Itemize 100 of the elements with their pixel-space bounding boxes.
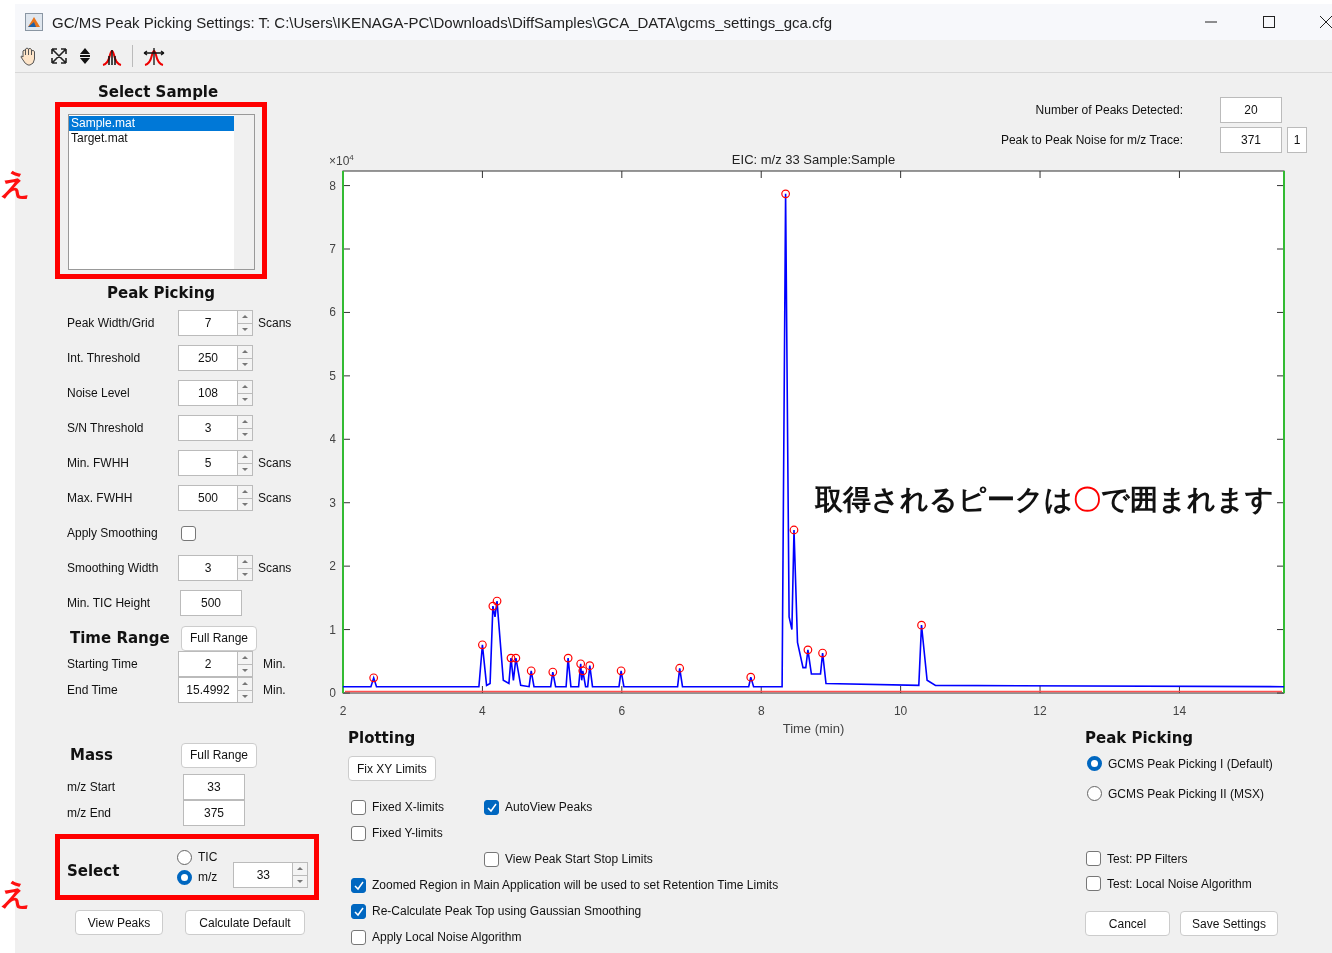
tick-label: 2 [330, 559, 336, 574]
number-field[interactable]: 5 [178, 450, 238, 476]
maximize-icon[interactable] [1262, 15, 1276, 29]
spinner-control[interactable] [238, 555, 253, 581]
tick-label: 3 [330, 495, 336, 510]
up-down-arrows-icon[interactable] [78, 46, 92, 66]
number-field[interactable]: 375 [183, 800, 245, 826]
expand-arrows-icon[interactable] [49, 46, 69, 66]
number-field[interactable]: 3 [178, 555, 238, 581]
checkbox-label: AutoView Peaks [505, 800, 593, 814]
number-field[interactable]: 33 [233, 862, 294, 888]
scrollbar[interactable] [234, 115, 254, 269]
value-field: 1 [1287, 127, 1307, 153]
radio-button[interactable] [1087, 786, 1102, 801]
spinner-control[interactable] [238, 345, 253, 371]
peak-marker [548, 667, 558, 677]
number-field[interactable]: 250 [178, 345, 238, 371]
close-icon[interactable] [1319, 15, 1332, 29]
checkbox[interactable] [351, 903, 366, 919]
full-range-button[interactable]: Full Range [181, 742, 258, 768]
action-button[interactable]: Calculate Default [185, 910, 305, 935]
fix-limits-button[interactable]: Fix XY Limits [348, 756, 436, 781]
option-label: GCMS Peak Picking I (Default) [1108, 756, 1273, 771]
section-heading: Plotting [348, 729, 416, 747]
field-label: Peak Width/Grid [67, 316, 156, 330]
unit-label: Scans [258, 491, 292, 505]
unit-label: Scans [258, 561, 292, 575]
checkbox[interactable] [181, 525, 196, 541]
spinner-control[interactable] [238, 415, 253, 441]
axis-multiplier: ×10$^{4}$ [330, 153, 354, 168]
radio-button[interactable] [1087, 756, 1102, 771]
tick-label: 6 [330, 305, 336, 320]
field-label: Int. Threshold [67, 351, 142, 365]
peak-marker [506, 653, 516, 663]
spinner-control[interactable] [238, 450, 253, 476]
field-label: End Time [67, 683, 119, 697]
unit-label: Min. [263, 683, 286, 697]
spinner-control[interactable] [238, 485, 253, 511]
value-field: 20 [1220, 97, 1282, 123]
full-range-button[interactable]: Full Range [181, 625, 258, 651]
tick-label: 0 [330, 686, 336, 700]
number-field[interactable]: 33 [183, 774, 245, 800]
peak-arrows-icon[interactable] [142, 45, 166, 67]
section-heading: Select Sample [98, 83, 220, 101]
spinner-control[interactable] [238, 380, 253, 406]
action-button[interactable]: Save Settings [1180, 911, 1278, 936]
chart-title: EIC: m/z 33 Sample:Sample [731, 152, 896, 167]
spinner-control[interactable] [238, 310, 253, 336]
action-button[interactable]: View Peaks [75, 910, 163, 935]
peak-marker [585, 661, 595, 671]
action-button[interactable]: Cancel [1085, 911, 1170, 936]
tick-label: 12 [1033, 704, 1047, 718]
option-label: GCMS Peak Picking II (MSX) [1108, 786, 1265, 801]
peak-marker [576, 659, 586, 669]
tick-label: 2 [339, 704, 347, 718]
peak-marker [488, 601, 498, 611]
checkbox[interactable] [484, 851, 499, 867]
number-field[interactable]: 3 [178, 415, 238, 441]
field-label: Starting Time [67, 657, 139, 671]
spinner-control[interactable] [238, 677, 253, 703]
peak-marker [478, 640, 487, 650]
checkbox-label: Test: PP Filters [1107, 851, 1188, 866]
checkbox[interactable] [1086, 876, 1101, 891]
window-title: GC/MS Peak Picking Settings: T: C:\Users\IKENAGA-PC\Downloads\DiffSamples\GCA_DATA\gcms_settings_gca.cfg [52, 13, 832, 31]
checkbox[interactable] [351, 877, 366, 893]
checkbox-label: Re-Calculate Peak Top using Gaussian Smoothing [372, 904, 642, 918]
unit-label: Scans [258, 456, 292, 470]
radio-button[interactable] [177, 869, 192, 885]
annotation-mark: え [0, 168, 31, 200]
tick-label: 1 [330, 622, 336, 637]
spinner-control[interactable] [293, 862, 309, 888]
checkbox-label: Zoomed Region in Main Application will be used to set Retention Time Limits [372, 878, 779, 892]
number-field[interactable]: 108 [178, 380, 238, 406]
peak-marker [746, 672, 756, 682]
option-label: m/z [198, 870, 218, 884]
checkbox[interactable] [351, 825, 366, 841]
list-item[interactable]: Target.mat [69, 131, 234, 146]
peak-marker [563, 653, 573, 663]
peak-marker [781, 189, 790, 199]
checkbox[interactable] [1086, 851, 1101, 866]
stat-label: Peak to Peak Noise for m/z Trace: [1000, 133, 1183, 147]
spinner-control[interactable] [238, 651, 253, 677]
number-field[interactable]: 500 [180, 590, 242, 616]
section-heading: Time Range [70, 629, 171, 647]
field-label: m/z End [67, 806, 112, 820]
number-field[interactable]: 500 [178, 485, 238, 511]
number-field[interactable]: 2 [178, 651, 238, 677]
list-item[interactable]: Sample.mat [69, 116, 234, 131]
checkbox[interactable] [484, 799, 499, 815]
tick-label: 6 [618, 704, 626, 718]
radio-button[interactable] [177, 849, 192, 865]
peak-marker [492, 596, 502, 606]
number-field[interactable]: 7 [178, 310, 238, 336]
field-label: Max. FWHH [67, 491, 134, 505]
checkbox[interactable] [351, 799, 366, 815]
checkbox[interactable] [351, 929, 366, 945]
field-label: Min. TIC Height [67, 596, 152, 610]
number-field[interactable]: 15.4992 [178, 677, 238, 703]
field-label: m/z Start [67, 780, 116, 794]
peak-marker [526, 666, 536, 676]
